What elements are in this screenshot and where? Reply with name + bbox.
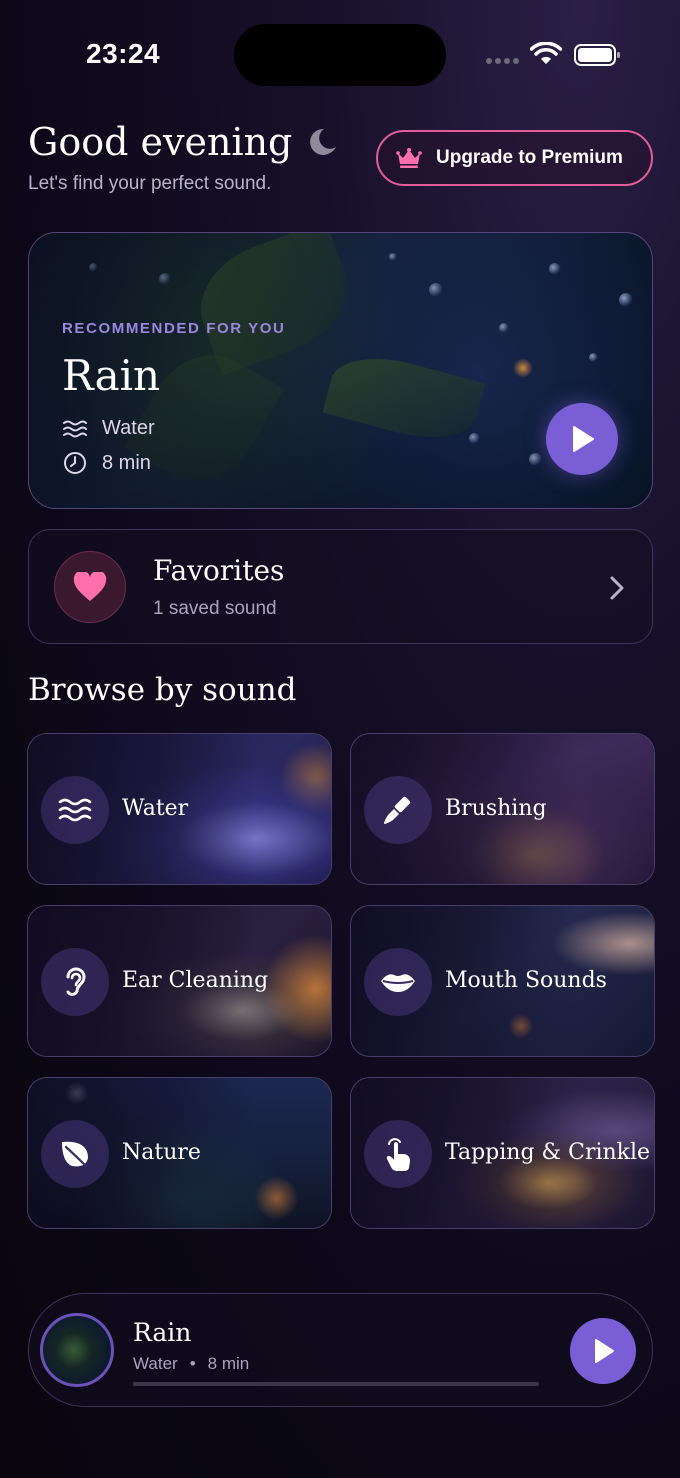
waves-icon [41, 776, 109, 844]
category-label: Ear Cleaning [122, 968, 269, 993]
category-tile-mouth-sounds[interactable]: Mouth Sounds [350, 905, 655, 1057]
greeting-subtitle: Let's find your perfect sound. [28, 173, 272, 194]
recommended-category-label: Water [102, 417, 155, 439]
category-label: Brushing [445, 796, 547, 821]
status-bar: 23:24 [0, 0, 680, 100]
player-progress-bar[interactable] [133, 1382, 539, 1386]
moon-icon [310, 128, 337, 155]
upgrade-premium-label: Upgrade to Premium [436, 147, 623, 168]
browse-section-title: Browse by sound [28, 672, 297, 708]
mini-player[interactable]: Rain Water • 8 min [28, 1293, 653, 1407]
player-play-button[interactable] [570, 1318, 636, 1384]
player-title: Rain [133, 1318, 192, 1347]
recommended-duration: 8 min [62, 450, 151, 476]
category-label: Water [122, 796, 189, 821]
clock-icon [64, 452, 86, 474]
category-tile-nature[interactable]: Nature [27, 1077, 332, 1229]
favorites-title: Favorites [153, 554, 285, 587]
upgrade-premium-button[interactable]: Upgrade to Premium [376, 130, 653, 186]
crown-icon [396, 148, 422, 168]
player-meta: Water • 8 min [133, 1354, 249, 1374]
recommended-label: RECOMMENDED FOR YOU [62, 320, 286, 337]
category-label: Nature [122, 1140, 201, 1165]
heart-icon [73, 572, 107, 601]
category-tile-tapping-crinkle[interactable]: Tapping & Crinkle [350, 1077, 655, 1229]
tap-hand-icon [364, 1120, 432, 1188]
player-artwork [40, 1313, 114, 1387]
play-icon [573, 426, 594, 452]
category-tile-ear-cleaning[interactable]: Ear Cleaning [27, 905, 332, 1057]
player-category: Water [133, 1354, 178, 1373]
player-separator: • [189, 1354, 196, 1373]
recommended-duration-label: 8 min [102, 451, 151, 474]
favorites-subtitle: 1 saved sound [153, 598, 277, 619]
wifi-icon [530, 42, 562, 64]
category-label: Tapping & Crinkle [445, 1140, 651, 1165]
greeting-title: Good evening [28, 120, 293, 164]
category-tile-brushing[interactable]: Brushing [350, 733, 655, 885]
battery-icon [574, 44, 620, 66]
chevron-right-icon [610, 576, 624, 600]
favorites-card[interactable]: Favorites 1 saved sound [28, 529, 653, 644]
play-icon [595, 1339, 614, 1363]
ear-icon [41, 948, 109, 1016]
greeting: Good evening [28, 120, 340, 164]
status-time: 23:24 [86, 38, 161, 69]
category-tile-water[interactable]: Water [27, 733, 332, 885]
recommended-category: Water [62, 417, 155, 440]
recommended-title: Rain [62, 351, 161, 400]
favorites-icon-badge [54, 551, 126, 623]
category-label: Mouth Sounds [445, 968, 607, 993]
recommended-card[interactable]: RECOMMENDED FOR YOU Rain Water 8 min [28, 232, 653, 509]
leaf-icon [41, 1120, 109, 1188]
recommended-play-button[interactable] [546, 403, 618, 475]
dynamic-island [234, 24, 446, 86]
cellular-signal-icon [486, 58, 519, 64]
waves-icon [63, 420, 87, 437]
lips-icon [364, 948, 432, 1016]
brush-icon [364, 776, 432, 844]
player-duration: 8 min [207, 1354, 250, 1373]
